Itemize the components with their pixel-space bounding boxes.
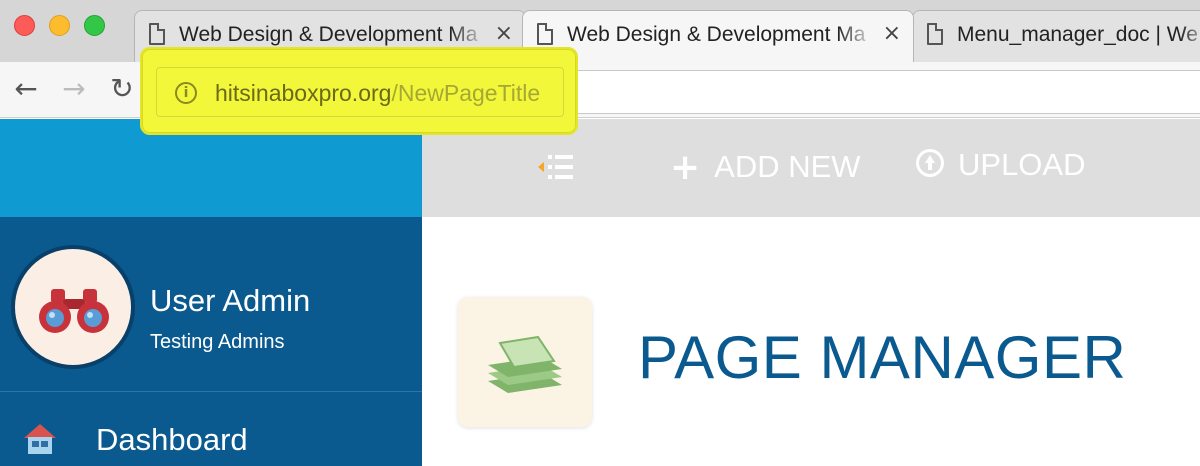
- url-text[interactable]: hitsinaboxpro.org/NewPageTitle: [215, 80, 540, 107]
- browser-tab-2[interactable]: Web Design & Development Ma ×: [522, 10, 914, 62]
- upload-label: UPLOAD: [958, 147, 1086, 182]
- close-window-button[interactable]: [14, 15, 35, 36]
- info-icon[interactable]: i: [175, 82, 197, 104]
- tab-close-icon[interactable]: ×: [495, 21, 513, 46]
- upload-button[interactable]: UPLOAD: [916, 147, 1085, 183]
- sidebar: User Admin Testing Admins Dashboard: [0, 217, 422, 466]
- plus-icon: +: [670, 147, 701, 188]
- page-content: User Admin Testing Admins Dashboard + ADD…: [0, 119, 1200, 466]
- pages-stack-icon: [488, 335, 562, 393]
- tab-title: Web Design & Development Ma: [567, 23, 866, 46]
- url-path: /NewPageTitle: [391, 80, 541, 106]
- menu-collapse-icon[interactable]: [538, 153, 578, 181]
- document-icon: [149, 23, 165, 45]
- tab-close-icon[interactable]: ×: [883, 21, 901, 46]
- reload-icon[interactable]: ↻: [104, 71, 140, 107]
- page-title: PAGE MANAGER: [638, 324, 1127, 391]
- url-host: hitsinaboxpro.org: [215, 80, 392, 106]
- add-new-label: ADD NEW: [714, 149, 861, 184]
- address-field[interactable]: i hitsinaboxpro.org/NewPageTitle: [156, 67, 564, 117]
- add-new-button[interactable]: + ADD NEW: [670, 147, 861, 188]
- main-area: PAGE MANAGER: [422, 217, 1200, 466]
- back-arrow-icon[interactable]: ←: [8, 71, 44, 107]
- document-icon: [537, 23, 553, 45]
- house-icon: [24, 424, 56, 454]
- browser-tab-3[interactable]: Menu_manager_doc | We: [912, 10, 1200, 62]
- maximize-window-button[interactable]: [84, 15, 105, 36]
- avatar[interactable]: [11, 245, 135, 369]
- sidebar-item-dashboard[interactable]: Dashboard: [0, 392, 422, 466]
- minimize-window-button[interactable]: [49, 15, 70, 36]
- upload-icon: [916, 149, 944, 177]
- forward-arrow-icon[interactable]: →: [56, 71, 92, 107]
- binoculars-icon: [39, 289, 109, 333]
- sidebar-item-label: Dashboard: [96, 422, 248, 457]
- tab-title: Web Design & Development Ma: [179, 23, 478, 46]
- url-highlight: i hitsinaboxpro.org/NewPageTitle: [140, 47, 578, 135]
- tab-title: Menu_manager_doc | We: [957, 23, 1198, 46]
- user-role: Testing Admins: [150, 331, 285, 353]
- document-icon: [927, 23, 943, 45]
- page-manager-icon-box: [458, 297, 592, 427]
- user-name: User Admin: [150, 283, 311, 318]
